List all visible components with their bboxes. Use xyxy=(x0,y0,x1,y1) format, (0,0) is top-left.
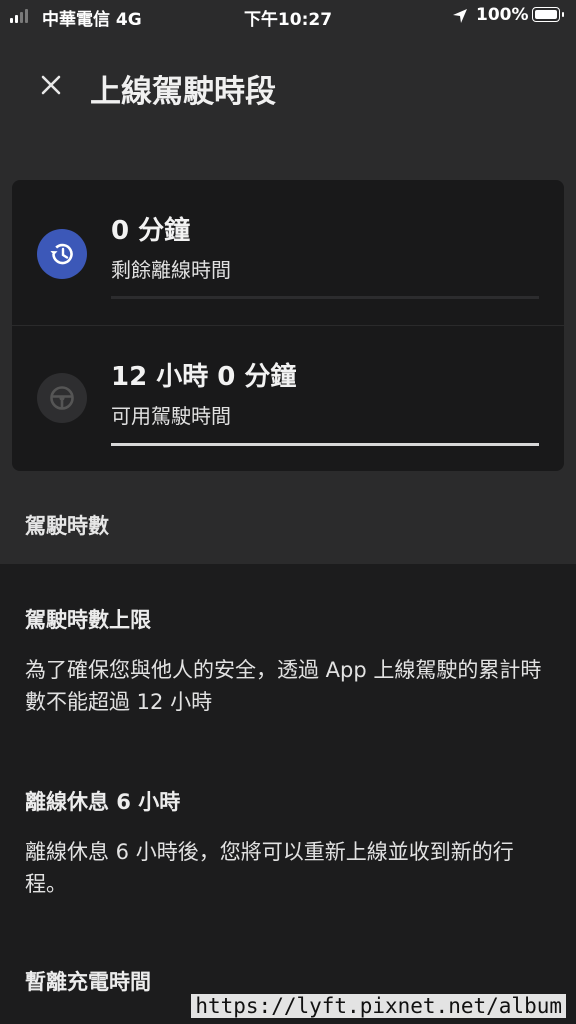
offline-progress-bar xyxy=(111,296,539,299)
info-text-rest: 離線休息 6 小時後，您將可以重新上線並收到新的行程。 xyxy=(25,840,514,896)
driving-time-value: 12 小時 0 分鐘 xyxy=(111,362,297,392)
close-icon[interactable] xyxy=(34,68,68,102)
info-title-rest: 離線休息 6 小時 xyxy=(25,790,181,814)
location-arrow-icon xyxy=(453,9,467,23)
driving-progress-fill xyxy=(111,443,539,446)
steering-wheel-icon xyxy=(37,373,87,423)
hours-summary-card: 0 分鐘 剩餘離線時間 12 小時 0 分鐘 可用駕駛時間 xyxy=(12,180,564,471)
section-title: 駕駛時數 xyxy=(25,514,109,538)
offline-time-value: 0 分鐘 xyxy=(111,216,191,246)
divider xyxy=(12,325,564,326)
info-title-limit: 駕駛時數上限 xyxy=(25,608,151,632)
battery-icon xyxy=(532,7,564,22)
offline-time-label: 剩餘離線時間 xyxy=(111,258,231,282)
battery-percent: 100% xyxy=(476,5,529,25)
info-title-break: 暫離充電時間 xyxy=(25,970,151,994)
driving-time-label: 可用駕駛時間 xyxy=(111,404,231,428)
status-bar: 中華電信 4G 下午10:27 100% xyxy=(0,0,576,32)
history-icon xyxy=(37,229,87,279)
watermark: https://lyft.pixnet.net/album xyxy=(191,994,566,1018)
page-title: 上線駕駛時段 xyxy=(90,74,276,110)
info-text-limit: 為了確保您與他人的安全，透過 App 上線駕駛的累計時數不能超過 12 小時 xyxy=(25,658,542,714)
driving-progress-bar xyxy=(111,443,539,446)
